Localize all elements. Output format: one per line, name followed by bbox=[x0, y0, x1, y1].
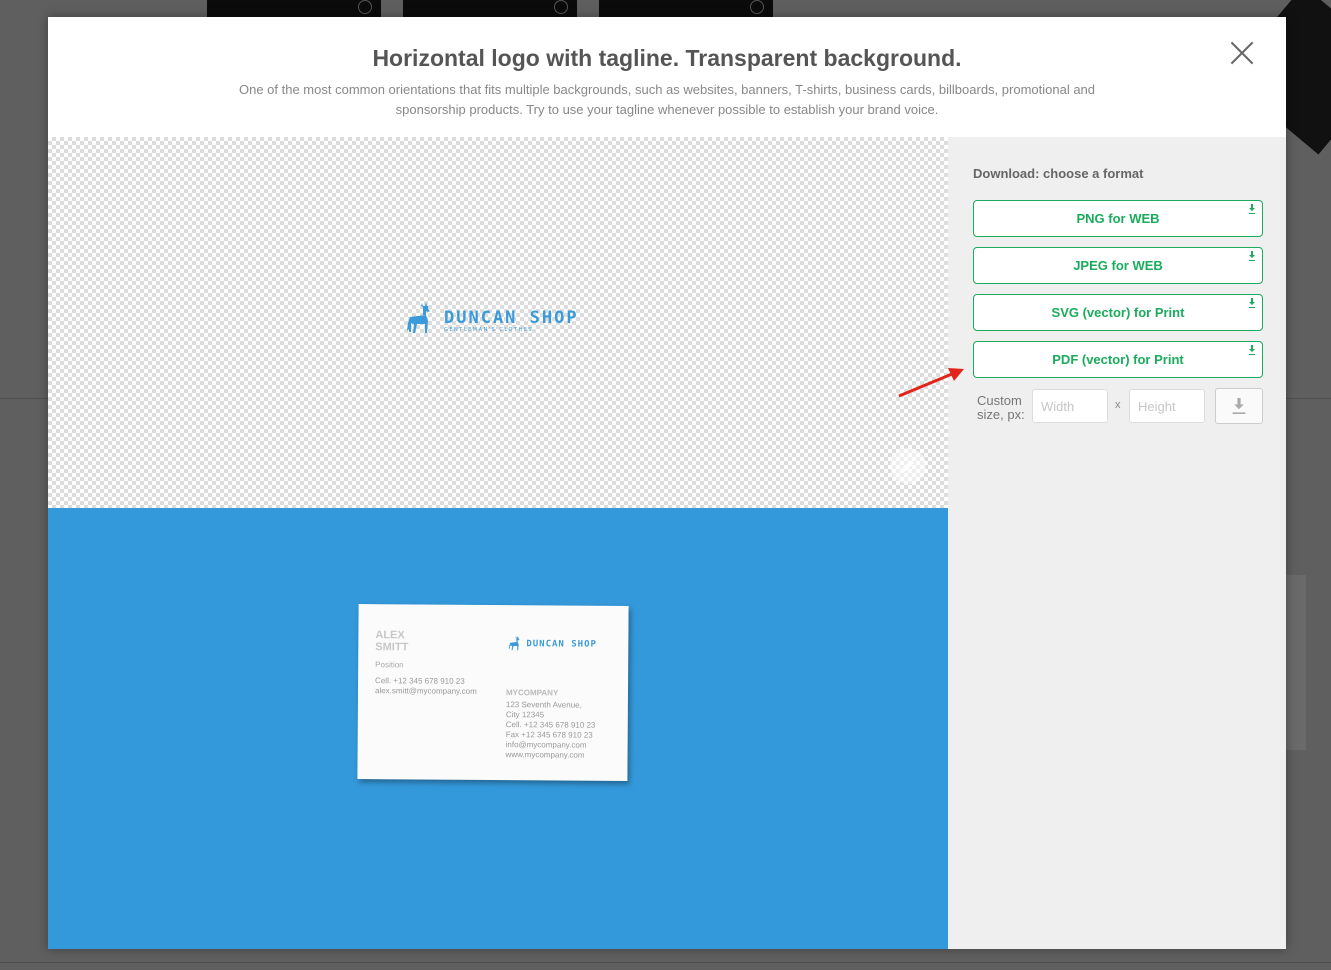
download-icon bbox=[1232, 398, 1246, 414]
modal-title: Horizontal logo with tagline. Transparen… bbox=[372, 45, 962, 71]
button-label: SVG (vector) for Print bbox=[1051, 305, 1185, 320]
card-logo: DUNCAN SHOP bbox=[508, 635, 597, 654]
background-divider bbox=[0, 962, 1331, 963]
modal-description: One of the most common orientations that… bbox=[238, 82, 1096, 117]
card-name-last: SMITT bbox=[375, 641, 409, 654]
close-icon[interactable] bbox=[1230, 41, 1254, 65]
card-company: MYCOMPANY bbox=[505, 688, 559, 698]
card-logo-name: DUNCAN SHOP bbox=[526, 639, 597, 650]
card-company-details: 123 Seventh Avenue, City 12345 Cell. +12… bbox=[506, 700, 596, 761]
button-label: JPEG for WEB bbox=[1073, 258, 1163, 273]
jpeg-download-button[interactable]: JPEG for WEB bbox=[973, 247, 1263, 284]
download-panel-title: Download: choose a format bbox=[973, 166, 1144, 181]
background-divider bbox=[1286, 398, 1331, 399]
red-arrow-annotation bbox=[898, 368, 964, 398]
download-circle-icon bbox=[358, 0, 372, 14]
height-input[interactable] bbox=[1129, 389, 1205, 423]
card-position: Position bbox=[375, 660, 404, 670]
custom-size-label-line1: Custom bbox=[977, 393, 1022, 408]
png-download-button[interactable]: PNG for WEB bbox=[973, 200, 1263, 237]
logo-download-modal: Horizontal logo with tagline. Transparen… bbox=[48, 17, 1286, 949]
download-icon bbox=[1249, 345, 1255, 355]
card-name-first: ALEX bbox=[375, 629, 405, 642]
custom-size-label-line2: size, px: bbox=[977, 407, 1025, 422]
card-company-fax: Fax +12 345 678 910 23 bbox=[505, 730, 593, 740]
card-address-line2: City 12345 bbox=[505, 710, 545, 720]
card-email: alex.smitt@mycompany.com bbox=[374, 686, 477, 696]
logo-preview: DUNCAN SHOP GENTLEMAN'S CLOTHES ALEX SMI… bbox=[48, 137, 948, 949]
pencil-icon bbox=[902, 460, 914, 472]
pdf-download-button[interactable]: PDF (vector) for Print bbox=[973, 341, 1263, 378]
download-circle-icon bbox=[554, 0, 568, 14]
width-input[interactable] bbox=[1032, 389, 1108, 423]
card-company-cell: Cell. +12 345 678 910 23 bbox=[505, 720, 596, 730]
svg-download-button[interactable]: SVG (vector) for Print bbox=[973, 294, 1263, 331]
background-card bbox=[1286, 575, 1306, 750]
business-card: ALEX SMITT Position Cell. +12 345 678 91… bbox=[357, 604, 629, 781]
logo-name: DUNCAN SHOP bbox=[444, 307, 579, 328]
times-separator: x bbox=[1115, 399, 1121, 411]
logo: DUNCAN SHOP GENTLEMAN'S CLOTHES bbox=[406, 301, 579, 339]
edit-logo-button[interactable] bbox=[890, 448, 926, 484]
custom-size-download-button[interactable] bbox=[1215, 388, 1263, 424]
download-icon bbox=[1249, 204, 1255, 214]
transparent-background-preview: DUNCAN SHOP GENTLEMAN'S CLOTHES bbox=[48, 137, 948, 508]
card-company-email: info@mycompany.com bbox=[505, 740, 587, 750]
background-tile bbox=[599, 0, 773, 17]
button-label: PDF (vector) for Print bbox=[1052, 352, 1184, 367]
background-divider bbox=[0, 398, 48, 399]
card-company-website: www.mycompany.com bbox=[505, 750, 585, 760]
download-icon bbox=[1249, 298, 1255, 308]
business-card-mockup: ALEX SMITT Position Cell. +12 345 678 91… bbox=[48, 508, 948, 949]
download-icon bbox=[1249, 251, 1255, 261]
card-contact: Cell. +12 345 678 910 23 alex.smitt@myco… bbox=[375, 676, 477, 697]
card-cell: Cell. +12 345 678 910 23 bbox=[375, 676, 465, 686]
card-name: ALEX SMITT bbox=[375, 629, 408, 653]
deer-icon bbox=[508, 635, 520, 651]
download-circle-icon bbox=[750, 0, 764, 14]
button-label: PNG for WEB bbox=[1076, 211, 1160, 226]
deer-icon bbox=[407, 302, 430, 333]
download-panel: Download: choose a format PNG for WEB JP… bbox=[948, 137, 1286, 949]
custom-size-label: Custom size, px: bbox=[977, 394, 1025, 422]
background-tile bbox=[403, 0, 577, 17]
modal-header: Horizontal logo with tagline. Transparen… bbox=[48, 17, 1286, 137]
card-address-line1: 123 Seventh Avenue, bbox=[505, 700, 582, 710]
background-tile bbox=[207, 0, 381, 17]
